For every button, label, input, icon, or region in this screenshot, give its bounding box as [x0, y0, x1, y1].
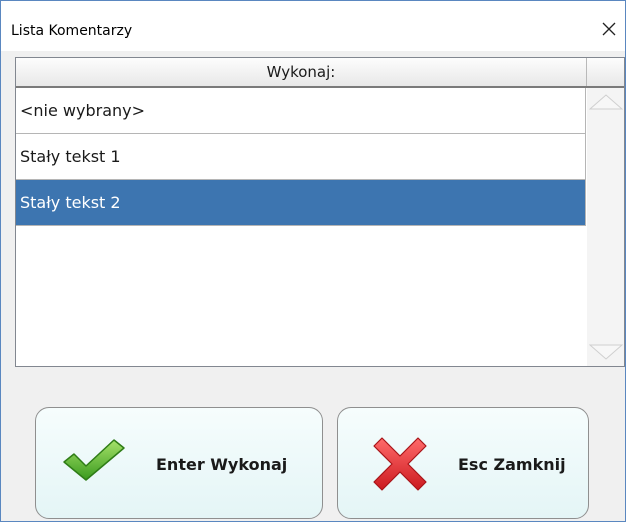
- scroll-up-button[interactable]: [589, 88, 623, 114]
- dialog-body: Wykonaj: <nie wybrany> Stały tekst 1 Sta…: [1, 51, 625, 521]
- column-header-wykonaj[interactable]: Wykonaj:: [16, 58, 587, 86]
- header-spacer: [587, 58, 624, 86]
- execute-button[interactable]: Enter Wykonaj: [35, 407, 323, 519]
- close-icon: [602, 22, 616, 36]
- close-button-label: Esc Zamknij: [458, 455, 566, 474]
- vertical-scrollbar[interactable]: [587, 88, 624, 366]
- list-item[interactable]: Stały tekst 1: [16, 134, 586, 180]
- list-item-label: Stały tekst 1: [20, 147, 121, 166]
- checkmark-icon: [63, 439, 125, 481]
- grid-rows: <nie wybrany> Stały tekst 1 Stały tekst …: [16, 88, 586, 226]
- list-item-label: Stały tekst 2: [20, 193, 121, 212]
- grid-header: Wykonaj:: [16, 58, 624, 88]
- close-button[interactable]: Esc Zamknij: [337, 407, 589, 519]
- comments-grid: Wykonaj: <nie wybrany> Stały tekst 1 Sta…: [15, 57, 625, 367]
- execute-button-label: Enter Wykonaj: [156, 455, 288, 474]
- list-item-label: <nie wybrany>: [20, 101, 146, 120]
- triangle-down-icon: [589, 344, 623, 360]
- title-bar: Lista Komentarzy: [1, 1, 625, 51]
- scroll-down-button[interactable]: [589, 340, 623, 366]
- dialog-window: Lista Komentarzy Wykonaj: <nie wybrany> …: [0, 0, 626, 522]
- close-window-button[interactable]: [595, 15, 623, 43]
- window-title: Lista Komentarzy: [11, 23, 133, 39]
- list-item[interactable]: <nie wybrany>: [16, 88, 586, 134]
- triangle-up-icon: [589, 94, 623, 110]
- list-item-selected[interactable]: Stały tekst 2: [16, 180, 586, 226]
- red-x-icon: [373, 437, 427, 491]
